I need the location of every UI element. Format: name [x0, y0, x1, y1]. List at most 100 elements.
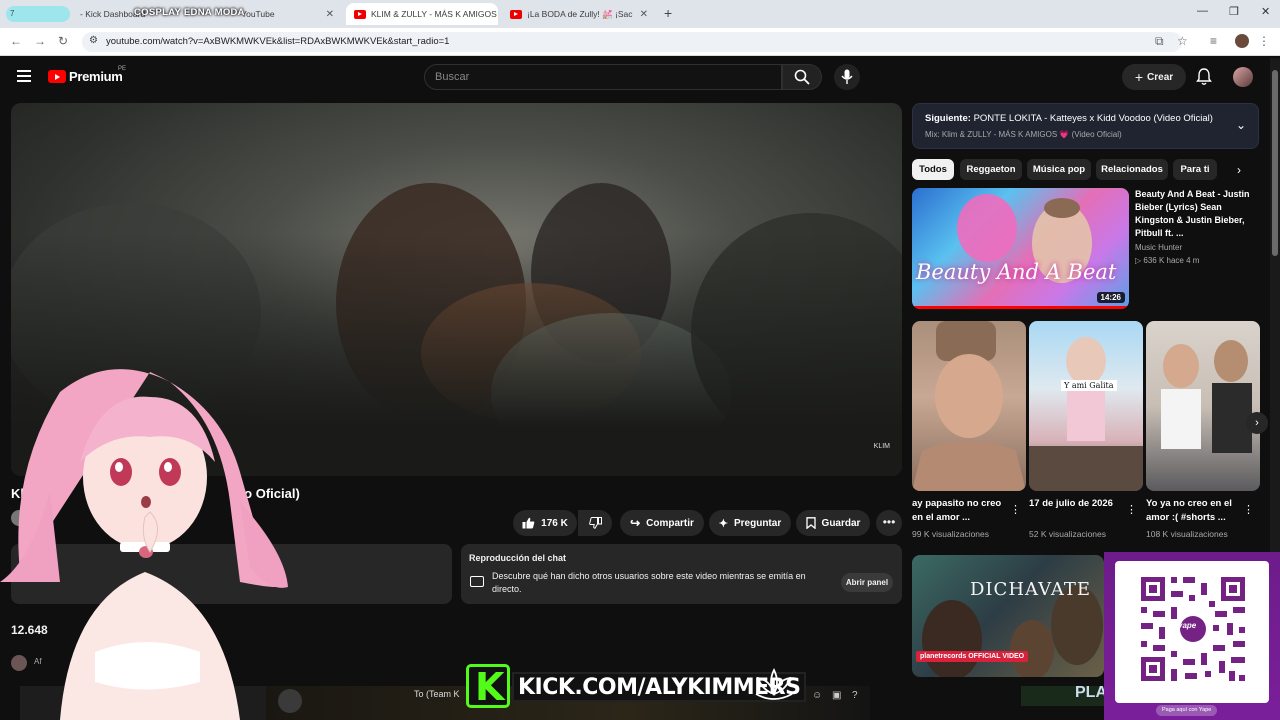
chevron-right-icon[interactable]: › — [1237, 163, 1241, 177]
minimize-icon[interactable]: — — [1197, 5, 1208, 17]
lotus-icon — [755, 667, 793, 700]
short-thumbnail-1[interactable] — [912, 321, 1026, 491]
new-tab-button[interactable]: + — [664, 5, 672, 21]
short-views-2: 52 K visualizaciones — [1029, 529, 1107, 539]
create-label: Crear — [1147, 71, 1174, 83]
notifications-bell-icon[interactable] — [1196, 68, 1212, 86]
chevron-down-icon[interactable]: ⌄ — [1236, 118, 1246, 132]
media-controls-icon[interactable]: ≡ — [1210, 34, 1217, 48]
chip-todos[interactable]: Todos — [912, 159, 954, 180]
short-title-1[interactable]: ay papasito no creo en el amor ... — [912, 497, 1008, 525]
thumbs-up-icon — [522, 517, 535, 529]
short-title-2[interactable]: 17 de julio de 2026 — [1029, 497, 1125, 511]
like-count: 176 K — [541, 517, 568, 529]
install-app-icon[interactable]: ⧉ — [1155, 34, 1164, 49]
voice-search-button[interactable] — [834, 64, 860, 90]
ask-button[interactable]: ✦ Preguntar — [709, 510, 791, 536]
overlay-text: PLA — [1075, 684, 1107, 701]
maximize-icon[interactable]: ❐ — [1229, 5, 1239, 18]
yape-qr-panel: yape Paga aquí con Yape — [1104, 552, 1280, 720]
qr-card: yape — [1115, 561, 1269, 703]
bookmark-star-icon[interactable]: ☆ — [1177, 34, 1188, 48]
vtuber-image — [0, 369, 288, 720]
save-button[interactable]: Guardar — [796, 510, 870, 536]
short-title-3[interactable]: Yo ya no creo en el amor :( #shorts ... — [1146, 497, 1242, 525]
recommended-title: Beauty And A Beat - Justin Bieber (Lyric… — [1135, 189, 1250, 238]
share-label: Compartir — [646, 517, 694, 529]
forward-icon[interactable]: → — [34, 34, 46, 48]
chat-icon — [470, 576, 484, 587]
game-bar-text: To (Team K — [414, 689, 460, 699]
youtube-premium-label[interactable]: Premium — [69, 69, 123, 84]
more-options-icon[interactable]: ⋮ — [1126, 503, 1137, 516]
chip-reggaeton[interactable]: Reggaeton — [960, 159, 1022, 180]
share-button[interactable]: ↪ Compartir — [620, 510, 704, 536]
chat-replay-title: Reproducción del chat — [469, 553, 567, 563]
up-next-line: Siguiente: PONTE LOKITA - Katteyes x Kid… — [925, 113, 1213, 124]
create-button[interactable]: + Crear — [1122, 64, 1186, 90]
short-image — [1029, 337, 1143, 491]
recommended-thumbnail-2[interactable]: DICHAVATE planetrecords OFFICIAL VIDEO — [912, 555, 1104, 677]
tab-boda-zully[interactable]: ¡La BODA de Zully! 💒 ¡Sac ✕ — [502, 3, 656, 25]
browser-menu-icon[interactable]: ⋮ — [1258, 34, 1270, 48]
close-icon[interactable]: ✕ — [640, 9, 648, 20]
more-options-icon[interactable]: ⋮ — [1010, 503, 1021, 516]
reload-icon[interactable]: ↻ — [58, 34, 68, 48]
duration-badge: 14:26 — [1096, 292, 1125, 303]
close-icon[interactable]: ✕ — [326, 9, 334, 20]
short-thumbnail-3[interactable] — [1146, 321, 1260, 491]
tab-title-youtube: YouTube — [241, 9, 275, 19]
video-watermark: KLIM — [873, 443, 890, 450]
up-next-panel[interactable]: Siguiente: PONTE LOKITA - Katteyes x Kid… — [912, 103, 1259, 149]
like-button[interactable]: 176 K — [513, 510, 577, 536]
search-button[interactable] — [782, 64, 822, 90]
dislike-button[interactable] — [578, 510, 612, 536]
label-badge: planetrecords OFFICIAL VIDEO — [916, 651, 1029, 662]
search-box — [424, 64, 782, 90]
chip-relacionados[interactable]: Relacionados — [1096, 159, 1168, 180]
thumbnail-text: Beauty And A Beat — [916, 260, 1117, 284]
more-actions-button[interactable]: ••• — [876, 510, 902, 536]
browser-tab-bar: 7 - Kick Dashboard YouTube ✕ KLIM & ZULL… — [0, 0, 1280, 28]
chat-replay-text: Descubre qué han dicho otros usuarios so… — [492, 571, 806, 594]
screen-icon: ▣ — [832, 690, 842, 701]
back-icon[interactable]: ← — [10, 34, 22, 48]
menu-icon[interactable] — [17, 70, 31, 85]
recommended-meta[interactable]: Beauty And A Beat - Justin Bieber (Lyric… — [1135, 188, 1261, 265]
browser-profile-avatar[interactable] — [1235, 34, 1249, 48]
chip-para-ti[interactable]: Para ti — [1173, 159, 1217, 180]
site-info-icon[interactable]: ⚙ — [89, 35, 98, 46]
url-field[interactable]: ⚙ youtube.com/watch?v=AxBWKMWKVEk&list=R… — [82, 32, 1182, 52]
short-thumbnail-2[interactable]: Y ami Galita — [1029, 321, 1143, 491]
youtube-favicon-icon — [354, 9, 366, 19]
bookmark-icon — [805, 517, 816, 529]
thumbnail-text: DICHAVATE — [970, 579, 1092, 600]
scrollbar-thumb[interactable] — [1272, 70, 1278, 256]
account-avatar[interactable] — [1233, 67, 1253, 87]
chip-musica-pop[interactable]: Música pop — [1027, 159, 1091, 180]
help-icon: ? — [852, 690, 858, 701]
open-panel-button[interactable]: Abrir panel — [841, 573, 893, 592]
stream-banner-text: COSPLAY EDNA MODA — [134, 7, 245, 18]
vtuber-avatar — [0, 352, 300, 720]
recommended-thumbnail[interactable]: Beauty And A Beat 14:26 — [912, 188, 1129, 309]
region-code: PE — [118, 66, 127, 72]
close-window-icon[interactable]: ✕ — [1261, 5, 1270, 18]
shorts-next-button[interactable]: › — [1246, 412, 1268, 434]
microphone-icon — [841, 69, 853, 84]
plus-icon: + — [1134, 69, 1144, 85]
save-label: Guardar — [821, 517, 861, 529]
tab-klim-zully[interactable]: KLIM & ZULLY - MÁS K AMIGOS ✕ — [346, 3, 498, 25]
watched-progress — [912, 306, 1129, 309]
youtube-logo-icon[interactable] — [48, 70, 66, 83]
tab-title: KLIM & ZULLY - MÁS K AMIGOS — [371, 9, 497, 19]
short-views-3: 108 K visualizaciones — [1146, 529, 1228, 539]
close-icon[interactable]: ✕ — [497, 9, 498, 20]
youtube-header: Premium PE + Crear — [0, 57, 1280, 97]
thumbs-down-icon — [588, 517, 602, 529]
short-image — [912, 321, 1026, 491]
more-options-icon[interactable]: ⋮ — [1243, 503, 1254, 516]
ask-label: Preguntar — [733, 517, 782, 529]
share-icon: ↪ — [630, 516, 641, 530]
search-input[interactable] — [425, 65, 781, 89]
